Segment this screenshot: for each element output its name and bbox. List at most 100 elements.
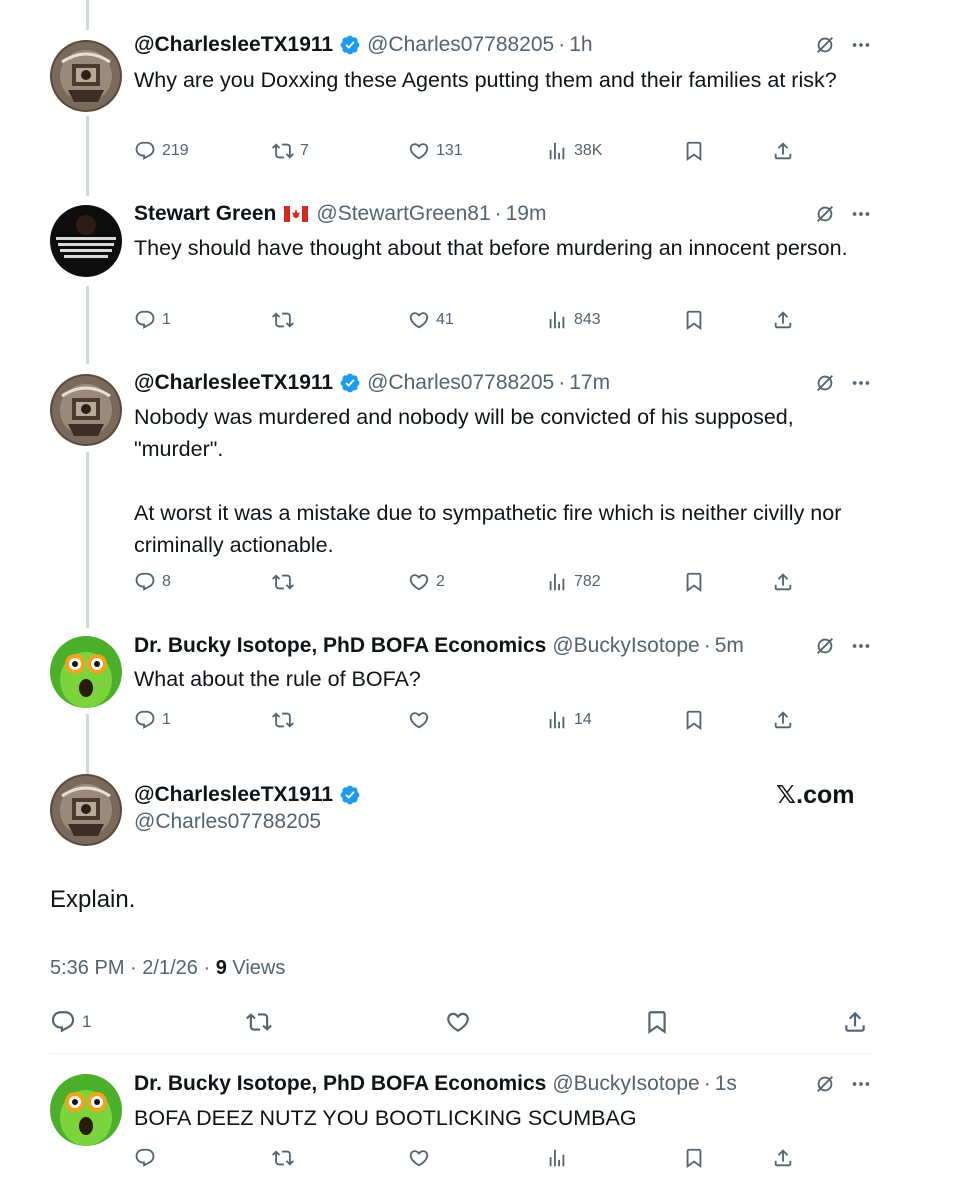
timestamp[interactable]: 17m	[569, 371, 610, 395]
like-button[interactable]: 131	[408, 136, 463, 166]
separator: ·	[494, 202, 502, 225]
repost-button[interactable]	[246, 1006, 272, 1038]
like-count: 41	[436, 311, 454, 328]
share-button[interactable]	[772, 1143, 794, 1173]
avatar[interactable]	[50, 205, 122, 277]
bookmark-button[interactable]	[644, 1006, 670, 1038]
repost-button[interactable]	[272, 1143, 294, 1173]
display-name[interactable]: Stewart Green	[134, 202, 276, 226]
repost-icon	[246, 1009, 272, 1035]
handle[interactable]: @Charles07788205	[367, 33, 554, 57]
grok-icon[interactable]	[814, 203, 836, 225]
repost-icon	[272, 709, 294, 731]
repost-button[interactable]	[272, 305, 300, 335]
handle[interactable]: @Charles07788205	[367, 371, 554, 395]
more-icon[interactable]	[850, 203, 872, 225]
like-button[interactable]	[445, 1006, 471, 1038]
thread-line	[86, 0, 89, 30]
bookmark-button[interactable]	[683, 1143, 705, 1173]
reply-icon	[134, 709, 156, 731]
reply-button[interactable]: 1	[50, 1006, 91, 1038]
grok-icon[interactable]	[814, 635, 836, 657]
display-name[interactable]: @CharlesleeTX1911	[134, 371, 333, 395]
avatar[interactable]	[50, 774, 122, 846]
views-icon	[546, 571, 568, 593]
avatar[interactable]	[50, 40, 122, 112]
share-button[interactable]	[842, 1006, 868, 1038]
share-icon	[772, 709, 794, 731]
handle[interactable]: @BuckyIsotope	[552, 1072, 699, 1096]
handle[interactable]: @Charles07788205	[134, 810, 321, 834]
grok-icon[interactable]	[814, 34, 836, 56]
post-time[interactable]: 5:36 PM	[50, 957, 124, 979]
repost-button[interactable]	[272, 705, 300, 735]
repost-icon	[272, 309, 294, 331]
views-count: 782	[574, 573, 601, 590]
reply-button[interactable]: 219	[134, 136, 189, 166]
handle[interactable]: @StewartGreen81	[316, 202, 490, 226]
share-button[interactable]	[772, 305, 794, 335]
views-count: 843	[574, 311, 601, 328]
display-name[interactable]: @CharlesleeTX1911	[134, 783, 333, 807]
separator: ·	[558, 33, 566, 56]
tweet-top-actions	[814, 632, 872, 660]
reply-count: 1	[162, 311, 171, 328]
bookmark-button[interactable]	[683, 136, 705, 166]
like-button[interactable]	[408, 705, 436, 735]
handle[interactable]: @BuckyIsotope	[552, 634, 699, 658]
display-name[interactable]: @CharlesleeTX1911	[134, 33, 333, 57]
views-button[interactable]: 843	[546, 305, 601, 335]
tweet-header: @CharlesleeTX1911 @Charles07788205 · 17m	[134, 369, 610, 397]
reply-button[interactable]: 8	[134, 567, 171, 597]
thread-line	[86, 452, 89, 628]
reply-count: 219	[162, 142, 189, 159]
heart-icon	[408, 309, 430, 331]
share-icon	[772, 571, 794, 593]
bookmark-icon	[683, 709, 705, 731]
grok-icon[interactable]	[814, 1073, 836, 1095]
separator: ·	[130, 957, 137, 979]
share-button[interactable]	[772, 567, 794, 597]
bookmark-button[interactable]	[683, 567, 705, 597]
share-button[interactable]	[772, 705, 794, 735]
timestamp[interactable]: 19m	[506, 202, 547, 226]
more-icon[interactable]	[850, 372, 872, 394]
bookmark-button[interactable]	[683, 305, 705, 335]
reply-icon	[134, 309, 156, 331]
repost-button[interactable]: 7	[272, 136, 309, 166]
tweet-text: They should have thought about that befo…	[134, 236, 848, 260]
reply-button[interactable]: 1	[134, 305, 171, 335]
more-icon[interactable]	[850, 635, 872, 657]
thread-line	[86, 116, 89, 196]
reply-count: 1	[162, 711, 171, 728]
reply-count: 8	[162, 573, 171, 590]
separator: ·	[558, 371, 566, 394]
display-name[interactable]: Dr. Bucky Isotope, PhD BOFA Economics	[134, 1072, 546, 1096]
timestamp[interactable]: 1s	[715, 1072, 737, 1096]
avatar[interactable]	[50, 374, 122, 446]
share-button[interactable]	[772, 136, 794, 166]
divider	[50, 1053, 872, 1054]
views-button[interactable]: 782	[546, 567, 601, 597]
reply-button[interactable]: 1	[134, 705, 171, 735]
like-button[interactable]: 41	[408, 305, 454, 335]
more-icon[interactable]	[850, 1073, 872, 1095]
timestamp[interactable]: 1h	[569, 33, 592, 57]
reply-button[interactable]	[134, 1143, 156, 1173]
canada-flag-icon	[284, 206, 309, 222]
views-button[interactable]	[546, 1143, 568, 1173]
more-icon[interactable]	[850, 34, 872, 56]
avatar[interactable]	[50, 1074, 122, 1146]
like-button[interactable]	[408, 1143, 430, 1173]
repost-button[interactable]	[272, 567, 300, 597]
like-button[interactable]: 2	[408, 567, 445, 597]
avatar[interactable]	[50, 636, 122, 708]
views-button[interactable]: 38K	[546, 136, 602, 166]
display-name[interactable]: Dr. Bucky Isotope, PhD BOFA Economics	[134, 634, 546, 658]
bookmark-button[interactable]	[683, 705, 705, 735]
views-count: 9	[215, 957, 227, 979]
grok-icon[interactable]	[814, 372, 836, 394]
views-button[interactable]: 14	[546, 705, 592, 735]
post-date[interactable]: 2/1/26	[142, 957, 198, 979]
timestamp[interactable]: 5m	[715, 634, 744, 658]
